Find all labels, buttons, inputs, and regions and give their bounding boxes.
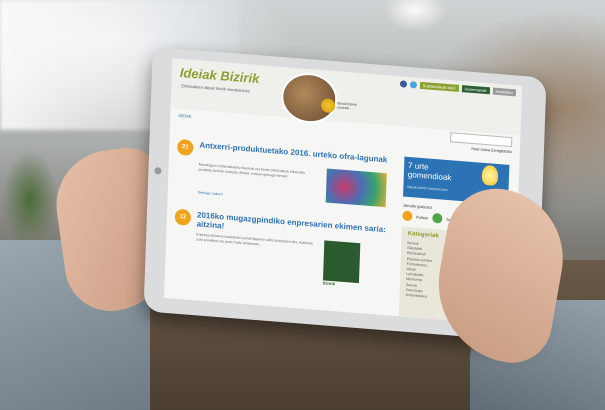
lightbulb-icon [481,164,499,186]
read-more-link[interactable]: Gehiago irakurri [198,190,223,196]
post-image[interactable] [325,168,387,208]
main-menu[interactable]: IDEIAK [178,113,191,119]
post-date: 12 [174,208,192,226]
promo-title: 7 urte gomendioak [407,160,452,183]
nav-button-sustatzaileak[interactable]: Sustatzaileak berri [419,81,459,92]
social-label: Jarraitu gaitzazu [402,202,433,210]
background-lamp [370,0,460,60]
search-input[interactable] [450,132,513,148]
promo-subtitle: Ideiak bizirik mantentzeko [407,184,448,193]
photo-scene: Ideiak Bizirik Ekintzaileen ideiak bizir… [0,0,605,410]
top-nav: Sustatzaileak berri Harremanak Harpidetu [399,80,517,97]
category-link[interactable]: Unibertsitatea [406,293,432,300]
post-excerpt: Mondragon Unibertsitateko ikasleak eta b… [198,162,306,179]
twitter-icon[interactable] [409,81,417,89]
tablet-camera [154,167,162,175]
nav-button-harremanak[interactable]: Harremanak [461,85,490,95]
post-title[interactable]: Antxerri-produktuetako 2016. urteko ofra… [199,141,389,165]
categories-list: Berriak Ekitaldiak Ekintzaileak Enpresa sor… [406,241,433,300]
facebook-icon[interactable] [399,80,407,88]
rss-icon[interactable] [402,210,413,222]
categories-title: Kategoriak [407,230,439,240]
award-badge-label: Ideiak Bizirik sarietak [336,101,357,111]
partner-logo [322,240,361,284]
partner-logo-label: Bizirik [322,280,335,287]
post-item: 12 2016ko mugazgpindiko enpresarien ekim… [172,208,390,311]
post-date: 21 [177,138,194,157]
user-links[interactable]: Hasi saioa Erregistratu [471,146,512,154]
site-header: Ideiak Bizirik Ekintzaileen ideiak bizir… [170,58,523,136]
post-item: 21 Antxerri-produktuetako 2016. urteko o… [175,138,392,218]
social-label-follow[interactable]: Follow [416,214,428,220]
nav-button-harpidetu[interactable]: Harpidetu [492,87,517,97]
twitter-icon[interactable] [431,212,443,224]
